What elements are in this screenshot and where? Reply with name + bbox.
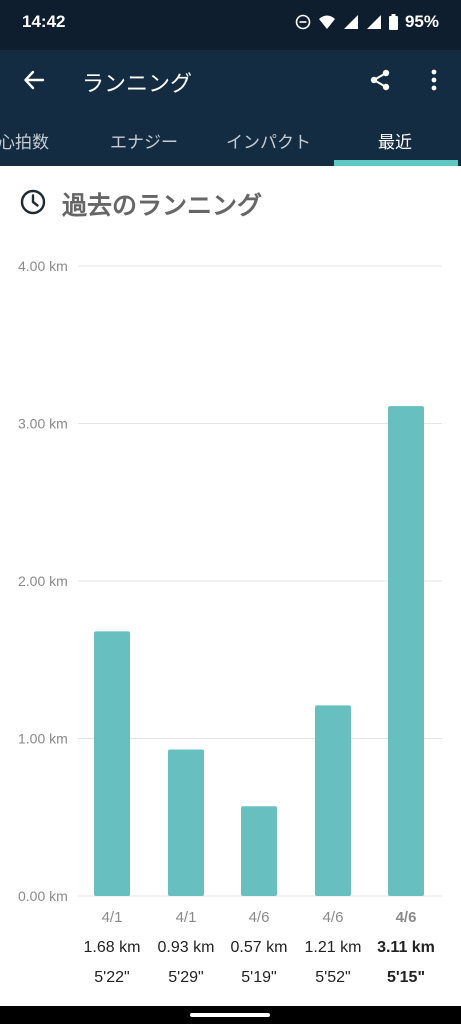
signal-icon: [343, 14, 359, 30]
x-category-label: 4/6: [249, 909, 270, 926]
distance-label: 1.68 km: [84, 939, 141, 956]
y-tick-label: 0.00 km: [18, 888, 68, 904]
arrow-left-icon: [24, 70, 45, 90]
status-icons: 95%: [295, 12, 439, 32]
status-time: 14:42: [22, 12, 66, 31]
y-tick-label: 2.00 km: [18, 573, 68, 589]
distance-label: 0.57 km: [231, 939, 288, 956]
run-bar[interactable]: [388, 406, 424, 896]
signal-icon-2: [366, 14, 382, 30]
section-header: 過去のランニング: [0, 166, 461, 236]
more-vert-icon: [431, 69, 437, 91]
run-bar[interactable]: [168, 749, 204, 896]
more-options-button[interactable]: [414, 60, 454, 100]
tab-energy[interactable]: エナジー: [110, 128, 178, 153]
distance-label: 0.93 km: [158, 939, 215, 956]
x-category-label: 4/6: [396, 909, 417, 926]
run-bar[interactable]: [94, 631, 130, 896]
pace-label: 5'19": [241, 969, 276, 986]
x-category-label: 4/1: [176, 909, 197, 926]
run-bar[interactable]: [241, 806, 277, 896]
tab-impact[interactable]: インパクト: [226, 128, 311, 153]
tab-heart-rate[interactable]: 心拍数: [0, 128, 49, 153]
page-title: ランニング: [82, 72, 193, 97]
home-gesture-handle[interactable]: [190, 1013, 270, 1017]
battery-icon: [388, 14, 398, 30]
tab-recent[interactable]: 最近: [378, 128, 412, 153]
status-bar: 14:42 95%: [0, 0, 461, 50]
share-button[interactable]: [360, 60, 400, 100]
battery-percent: 95%: [404, 12, 439, 31]
y-tick-label: 4.00 km: [18, 258, 68, 274]
wifi-icon: [318, 14, 336, 30]
app-bar: ランニング: [0, 50, 461, 114]
pace-label: 5'22": [94, 969, 129, 986]
clock-icon: [20, 189, 46, 215]
do-not-disturb-icon: [295, 14, 311, 30]
x-category-label: 4/6: [323, 909, 344, 926]
y-tick-label: 3.00 km: [18, 416, 68, 432]
run-bar[interactable]: [315, 705, 351, 896]
distance-label: 3.11 km: [377, 939, 435, 956]
pace-label: 5'15": [387, 969, 425, 986]
section-title: 過去のランニング: [62, 191, 263, 220]
tab-bar: 心拍数 エナジー インパクト 最近: [0, 114, 461, 166]
distance-bar-chart: 0.00 km 1.00 km 2.00 km 3.00 km 4.00 km 4/1 1.…: [18, 258, 442, 986]
pace-label: 5'52": [315, 969, 350, 986]
distance-label: 1.21 km: [305, 939, 362, 956]
x-category-label: 4/1: [102, 909, 123, 926]
y-tick-label: 1.00 km: [18, 731, 68, 747]
back-button[interactable]: [14, 60, 54, 100]
pace-label: 5'29": [168, 969, 203, 986]
share-icon: [370, 69, 390, 91]
navigation-bar: [0, 1006, 461, 1024]
